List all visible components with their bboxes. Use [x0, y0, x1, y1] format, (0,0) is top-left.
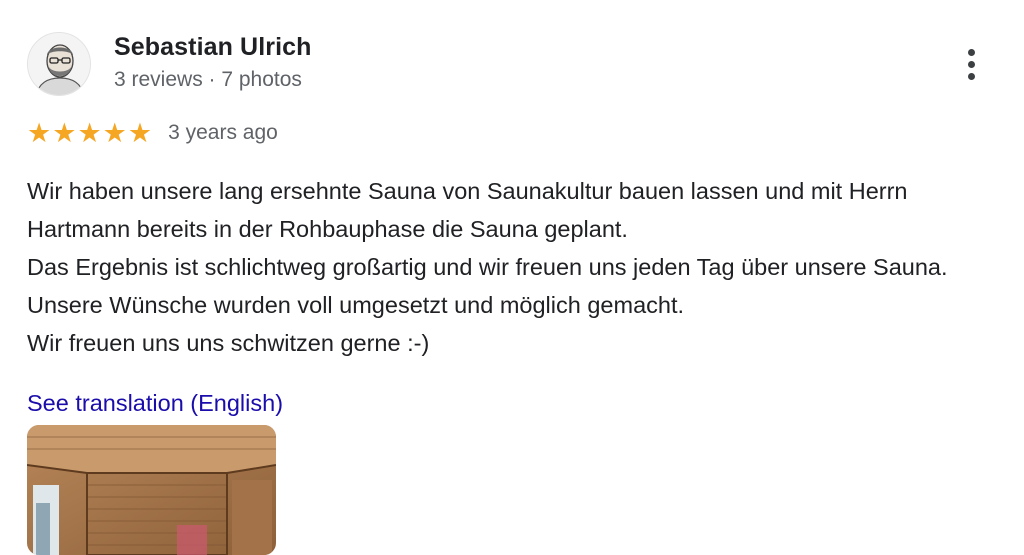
author-name[interactable]: Sebastian Ulrich [114, 33, 312, 62]
more-options-button[interactable] [956, 44, 986, 84]
see-translation-link[interactable]: See translation (English) [27, 390, 283, 417]
star-icon: ★ [27, 117, 52, 149]
author-meta: 3 reviews · 7 photos [114, 68, 302, 91]
review-paragraph: Wir haben unsere lang ersehnte Sauna von… [27, 178, 908, 242]
star-icon: ★ [127, 117, 153, 149]
avatar[interactable] [27, 32, 91, 96]
review-paragraph: Wir freuen uns uns schwitzen gerne :-) [27, 330, 430, 356]
star-icon: ★ [52, 117, 77, 149]
review-photo[interactable] [27, 425, 276, 555]
star-icon: ★ [77, 117, 102, 149]
more-vert-icon [967, 60, 975, 68]
review-text: Wir haben unsere lang ersehnte Sauna von… [27, 172, 1012, 362]
avatar-portrait-icon [28, 33, 90, 95]
star-icon: ★ [102, 117, 127, 149]
more-vert-icon [967, 72, 975, 80]
star-rating: ★ ★ ★ ★ ★ [27, 120, 152, 147]
more-vert-icon [967, 48, 975, 56]
review-paragraph: Das Ergebnis ist schlichtweg großartig u… [27, 254, 948, 318]
review-date: 3 years ago [168, 121, 278, 144]
sauna-photo-image [27, 425, 276, 555]
rating-row: ★ ★ ★ ★ ★ 3 years ago [27, 117, 278, 149]
